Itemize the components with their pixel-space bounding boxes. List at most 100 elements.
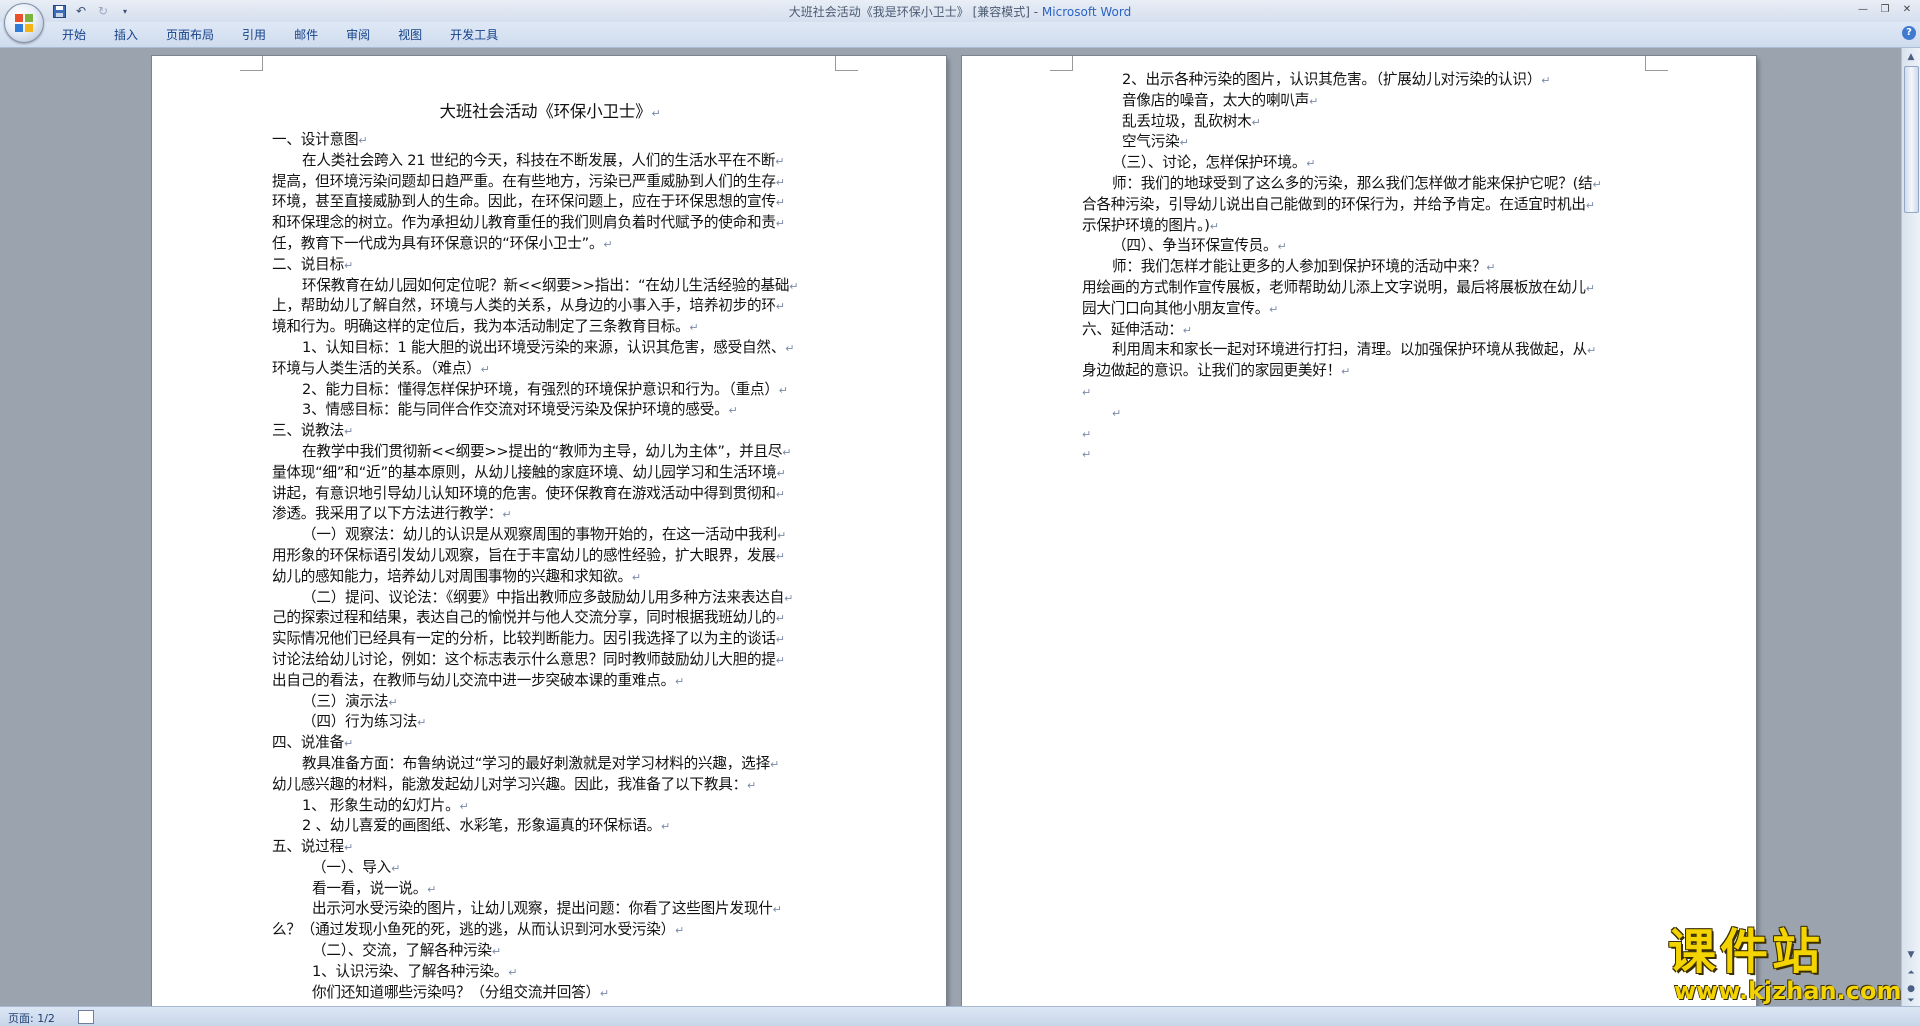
paragraph-line: 幼儿感兴趣的材料，能激发起幼儿对学习兴趣。因此，我准备了以下教具：↵ [272, 775, 828, 796]
line-text: 讨论法给幼儿讨论，例如：这个标志表示什么意思？同时教师鼓励幼儿大胆的提 [272, 650, 776, 668]
paragraph-line: 1、认识污染、了解各种污染。↵ [272, 962, 828, 983]
paragraph-mark-icon: ↵ [1251, 115, 1261, 129]
paragraph-line: 二、说目标↵ [272, 255, 828, 276]
paragraph-line: 2 、幼儿喜爱的画图纸、水彩笔，形象逼真的环保标语。↵ [272, 816, 828, 837]
tab-references[interactable]: 引用 [228, 27, 280, 43]
paragraph-mark-icon: ↵ [777, 529, 787, 543]
tab-mailings[interactable]: 邮件 [280, 27, 332, 43]
paragraph-mark-icon: ↵ [1486, 261, 1496, 275]
document-page-2[interactable]: 2、出示各种污染的图片，认识其危害。（扩展幼儿对污染的认识）↵ 音像店的噪音，太大… [962, 56, 1756, 1006]
paragraph-line: 实际情况他们已经具有一定的分析，比较判断能力。因引我选择了以为主的谈话↵ [272, 629, 828, 650]
line-text: 六、延伸活动： [1082, 320, 1183, 338]
paragraph-mark-icon: ↵ [775, 612, 785, 626]
line-text: 利用周末和家长一起对环境进行打扫，清理。以加强保护环境从我做起，从 [1112, 341, 1587, 359]
crop-mark [240, 56, 263, 71]
paragraph-mark-icon: ↵ [775, 633, 785, 647]
paragraph-line: 境和行为。明确这样的定位后，我为本活动制定了三条教育目标。↵ [272, 317, 828, 338]
line-text: 用绘画的方式制作宣传展板，老师帮助幼儿添上文字说明，最后将展板放在幼儿 [1082, 278, 1586, 296]
paragraph-mark-icon: ↵ [769, 757, 779, 771]
paragraph-mark-icon: ↵ [689, 321, 699, 335]
paragraph-line: 出自己的看法，在教师与幼儿交流中进一步突破本课的重难点。↵ [272, 671, 828, 692]
paragraph-line: 2、能力目标：懂得怎样保护环境，有强烈的环境保护意识和行为。（重点）↵ [272, 380, 828, 401]
vertical-scrollbar[interactable]: ▲ ▼ ⏶ ● ⏷ [1901, 48, 1920, 1006]
tab-insert[interactable]: 插入 [100, 27, 152, 43]
paragraph-mark-icon: ↵ [491, 945, 501, 959]
paragraph-line: 师：我们怎样才能让更多的人参加到保护环境的活动中来？↵ [1082, 257, 1638, 278]
paragraph-line: 在人类社会跨入 21 世纪的今天，科技在不断发展，人们的生活水平在不断↵ [272, 151, 828, 172]
paragraph-mark-icon: ↵ [1112, 406, 1122, 420]
paragraph-mark-icon: ↵ [1082, 448, 1092, 462]
line-text: 四、说准备 [272, 734, 344, 752]
help-icon[interactable]: ? [1902, 26, 1916, 40]
restore-icon[interactable]: ❐ [1874, 1, 1896, 17]
line-text: （四）行为练习法 [302, 713, 418, 731]
paragraph-line: （四）行为练习法↵ [272, 712, 828, 733]
paragraph-line: 任，教育下一代成为具有环保意识的“环保小卫士”。↵ [272, 234, 828, 255]
paragraph-line: 教具准备方面：布鲁纳说过“学习的最好刺激就是对学习材料的兴趣，选择↵ [272, 754, 828, 775]
tab-view[interactable]: 视图 [384, 27, 436, 43]
line-text: （二）提问、议论法：《纲要》中指出教师应多鼓励幼儿用多种方法来表达自 [302, 588, 785, 606]
document-page-1[interactable]: 大班社会活动《环保小卫士》↵ 一、设计意图↵ 在人类社会跨入 21 世纪的今天，科… [152, 56, 946, 1006]
line-text: 教具准备方面：布鲁纳说过“学习的最好刺激就是对学习材料的兴趣，选择 [302, 754, 770, 772]
line-text: 1、认知目标：1 能大胆的说出环境受污染的来源，认识其危害，感受自然、 [302, 338, 786, 356]
paragraph-mark-icon: ↵ [728, 404, 738, 418]
line-text: 在人类社会跨入 21 世纪的今天，科技在不断发展，人们的生活水平在不断 [302, 151, 776, 169]
line-text: 量体现“细”和“近”的基本原则，从幼儿接触的家庭环境、幼儿园学习和生活环境 [272, 463, 777, 481]
close-icon[interactable]: ✕ [1896, 1, 1918, 17]
minimize-icon[interactable]: — [1852, 1, 1874, 17]
line-text: 合各种污染，引导幼儿说出自己能做到的环保行为，并给予肯定。在适宜时机出 [1082, 195, 1586, 213]
paragraph-line: 环境，甚至直接威胁到人的生命。因此，在环保问题上，应在于环保思想的宣传↵ [272, 192, 828, 213]
paragraph-mark-icon: ↵ [391, 861, 401, 875]
paragraph-mark-icon: ↵ [782, 445, 792, 459]
crop-mark [1645, 56, 1668, 71]
scroll-up-icon[interactable]: ▲ [1904, 50, 1918, 64]
paragraph-line: 讲起，有意识地引导幼儿认知环境的危害。使环保教育在游戏活动中得到贯彻和↵ [272, 484, 828, 505]
paragraph-line: 空气污染↵ [1082, 132, 1638, 153]
paragraph-line: 幼儿的感知能力，培养幼儿对周围事物的兴趣和求知欲。↵ [272, 567, 828, 588]
paragraph-mark-icon: ↵ [502, 508, 512, 522]
line-text: 境和行为。明确这样的定位后，我为本活动制定了三条教育目标。 [272, 318, 690, 336]
paragraph-line: 出示河水受污染的图片，让幼儿观察，提出问题：你看了这些图片发现什↵ [272, 899, 828, 920]
line-text: 环保教育在幼儿园如何定位呢？新<<纲要>>指出：“在幼儿生活经验的基础 [302, 276, 790, 294]
office-button[interactable] [4, 3, 44, 43]
paragraph-line: 合各种污染，引导幼儿说出自己能做到的环保行为，并给予肯定。在适宜时机出↵ [1082, 195, 1638, 216]
window-title: 大班社会活动《我是环保小卫士》 [兼容模式] - Microsoft Word [0, 3, 1920, 20]
watermark-title: 课件站 [1668, 924, 1825, 980]
paragraph-mark-icon: ↵ [775, 549, 785, 563]
paragraph-mark-icon: ↵ [1309, 94, 1319, 108]
tab-home[interactable]: 开始 [48, 27, 100, 43]
line-text: 环境与人类生活的关系。（难点） [272, 359, 481, 377]
paragraph-line: 三、说教法↵ [272, 421, 828, 442]
document-workspace: 大班社会活动《环保小卫士》↵ 一、设计意图↵ 在人类社会跨入 21 世纪的今天，科… [0, 48, 1902, 1006]
page-count[interactable]: 页面: 1/2 [8, 1010, 55, 1026]
scroll-thumb[interactable] [1904, 66, 1919, 213]
paragraph-mark-icon: ↵ [784, 591, 794, 605]
paragraph-line: 师：我们的地球受到了这么多的污染，那么我们怎样做才能来保护它呢？(结↵ [1082, 174, 1638, 195]
paragraph-mark-icon: ↵ [785, 341, 795, 355]
line-text: （一）观察法：幼儿的认识是从观察周围的事物开始的，在这一活动中我利 [302, 526, 777, 544]
tab-page-layout[interactable]: 页面布局 [152, 27, 228, 43]
line-text: 渗透。我采用了以下方法进行教学： [272, 505, 503, 523]
paragraph-mark-icon: ↵ [1541, 74, 1551, 87]
paragraph-line: 乱丢垃圾，乱砍树木↵ [1082, 112, 1638, 133]
tab-developer[interactable]: 开发工具 [436, 27, 512, 43]
line-text: 乱丢垃圾，乱砍树木 [1122, 112, 1252, 130]
paragraph-mark-icon: ↵ [1179, 136, 1189, 150]
paragraph-line: 么？（通过发现小鱼死的死，逃的逃，从而认识到河水受污染）↵ [272, 920, 828, 941]
line-text: 2 、幼儿喜爱的画图纸、水彩笔，形象逼真的环保标语。 [302, 817, 661, 835]
paragraph-mark-icon: ↵ [599, 986, 609, 1000]
page-2-text: 2、出示各种污染的图片，认识其危害。（扩展幼儿对污染的认识）↵ 音像店的噪音，太大… [1082, 70, 1638, 465]
tab-review[interactable]: 审阅 [332, 27, 384, 43]
paragraph-mark-icon: ↵ [1585, 198, 1595, 212]
line-text: 在教学中我们贯彻新<<纲要>>提出的“教师为主导，幼儿为主体”，并且尽 [302, 442, 783, 460]
paragraph-mark-icon: ↵ [1182, 323, 1192, 337]
paragraph-mark-icon: ↵ [789, 279, 799, 293]
paragraph-mark-icon: ↵ [747, 778, 757, 792]
paragraph-line: 环保教育在幼儿园如何定位呢？新<<纲要>>指出：“在幼儿生活经验的基础↵ [272, 276, 828, 297]
paragraph-line: （三）演示法↵ [272, 692, 828, 713]
line-text: 幼儿的感知能力，培养幼儿对周围事物的兴趣和求知欲。 [272, 567, 632, 585]
line-text: 三、说教法 [272, 422, 344, 440]
proofing-icon[interactable] [78, 1010, 94, 1024]
paragraph-mark-icon: ↵ [603, 237, 613, 251]
paragraph-mark-icon: ↵ [459, 799, 469, 813]
